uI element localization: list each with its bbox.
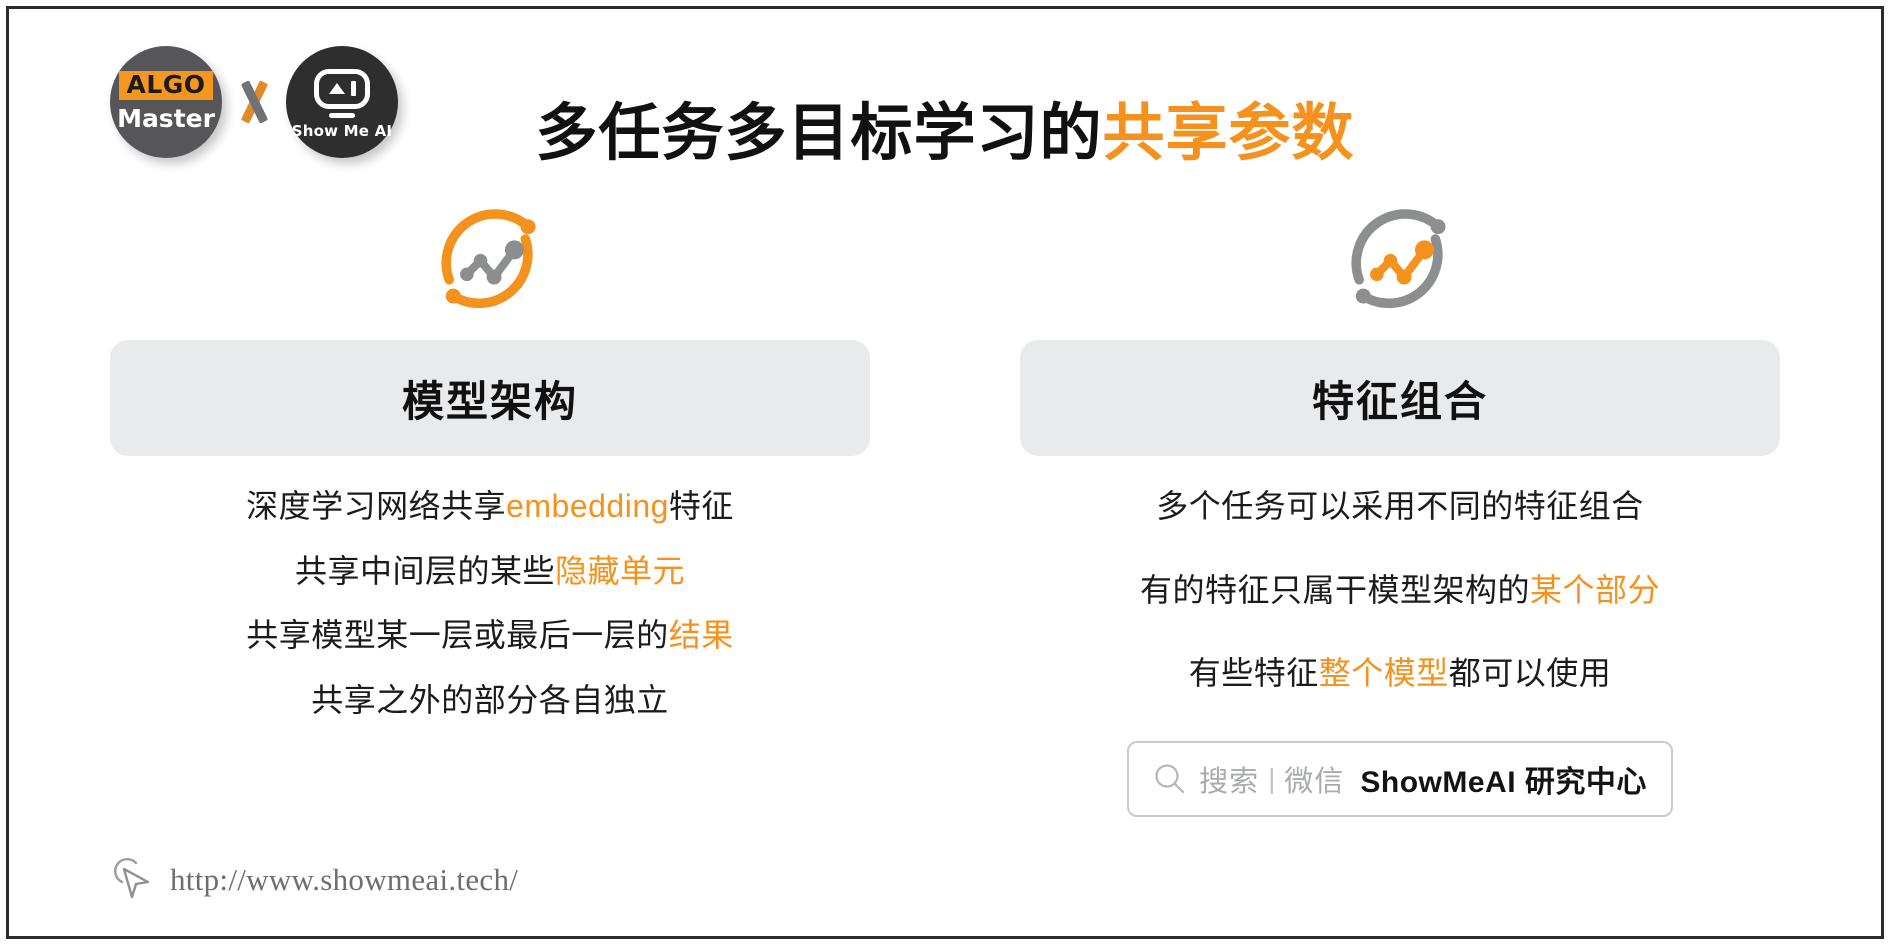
search-placeholder: 搜索: [1199, 765, 1260, 798]
bullet-segment-accent: 隐藏单元: [555, 552, 686, 589]
bullet-segment-accent: embedding: [506, 488, 669, 524]
bullet-list-feature-combination: 多个任务可以采用不同的特征组合 有的特征只属干模型架构的某个部分 有些特征整个模…: [1020, 488, 1780, 692]
search-badge-divider: |: [1268, 762, 1276, 794]
bullet-segment: 共享之外的部分各自独立: [311, 681, 669, 718]
search-icon: [1155, 764, 1185, 793]
bullet-item: 有的特征只属干模型架构的某个部分: [1020, 571, 1780, 608]
search-channel-label: 微信: [1284, 765, 1345, 798]
bullet-item: 共享模型某一层或最后一层的结果: [110, 617, 870, 654]
algomaster-logo-tag: ALGO: [119, 70, 213, 101]
bullet-item: 多个任务可以采用不同的特征组合: [1020, 488, 1780, 524]
wechat-search-badge[interactable]: 搜索 | 微信 ShowMeAI 研究中心: [1127, 740, 1673, 817]
footer-url[interactable]: http://www.showmeai.tech/: [170, 862, 518, 898]
bullet-item: 共享之外的部分各自独立: [110, 681, 870, 718]
card-heading-model-architecture: 模型架构: [110, 340, 870, 456]
bullet-list-model-architecture: 深度学习网络共享embedding特征 共享中间层的某些隐藏单元 共享模型某一层…: [110, 488, 870, 718]
bullet-segment: 共享模型某一层或最后一层的: [246, 617, 669, 654]
bullet-item: 有些特征整个模型都可以使用: [1020, 655, 1780, 692]
search-brand-label: ShowMeAI 研究中心: [1360, 765, 1647, 799]
bullet-segment: 特征: [668, 488, 734, 524]
slide-root: ALGO Master Show Me AI 多任务多目标学习的共享参数 模型架…: [0, 0, 1890, 945]
footer: http://www.showmeai.tech/: [112, 857, 518, 903]
bullet-segment-accent: 整个模型: [1318, 655, 1449, 692]
column-model-architecture: 模型架构 深度学习网络共享embedding特征 共享中间层的某些隐藏单元 共享…: [110, 190, 870, 748]
bullet-segment: 都可以使用: [1448, 655, 1612, 692]
page-title: 多任务多目标学习的共享参数: [0, 98, 1890, 168]
cursor-pointer-icon: [114, 858, 150, 899]
bullet-segment: 有的特征只属干模型架构的: [1139, 571, 1530, 608]
bullet-item: 共享中间层的某些隐藏单元: [110, 552, 870, 589]
card-heading-feature-combination: 特征组合: [1020, 340, 1780, 456]
bullet-segment: 共享中间层的某些: [294, 552, 555, 589]
bullet-segment-accent: 某个部分: [1530, 571, 1661, 608]
bullet-segment: 多个任务可以采用不同的特征组合: [1156, 488, 1644, 524]
page-title-plain: 多任务多目标学习的: [535, 98, 1103, 168]
bullet-segment: 有些特征: [1188, 655, 1319, 692]
bullet-item: 深度学习网络共享embedding特征: [110, 488, 870, 524]
bullet-segment-accent: 结果: [668, 617, 734, 654]
bullet-segment: 深度学习网络共享: [246, 488, 507, 524]
line-chart-circle-icon: [441, 209, 536, 309]
column-feature-combination: 特征组合 多个任务可以采用不同的特征组合 有的特征只属干模型架构的某个部分 有些…: [1020, 190, 1780, 817]
line-chart-circle-icon: [1351, 209, 1446, 309]
page-title-accent: 共享参数: [1102, 98, 1355, 168]
